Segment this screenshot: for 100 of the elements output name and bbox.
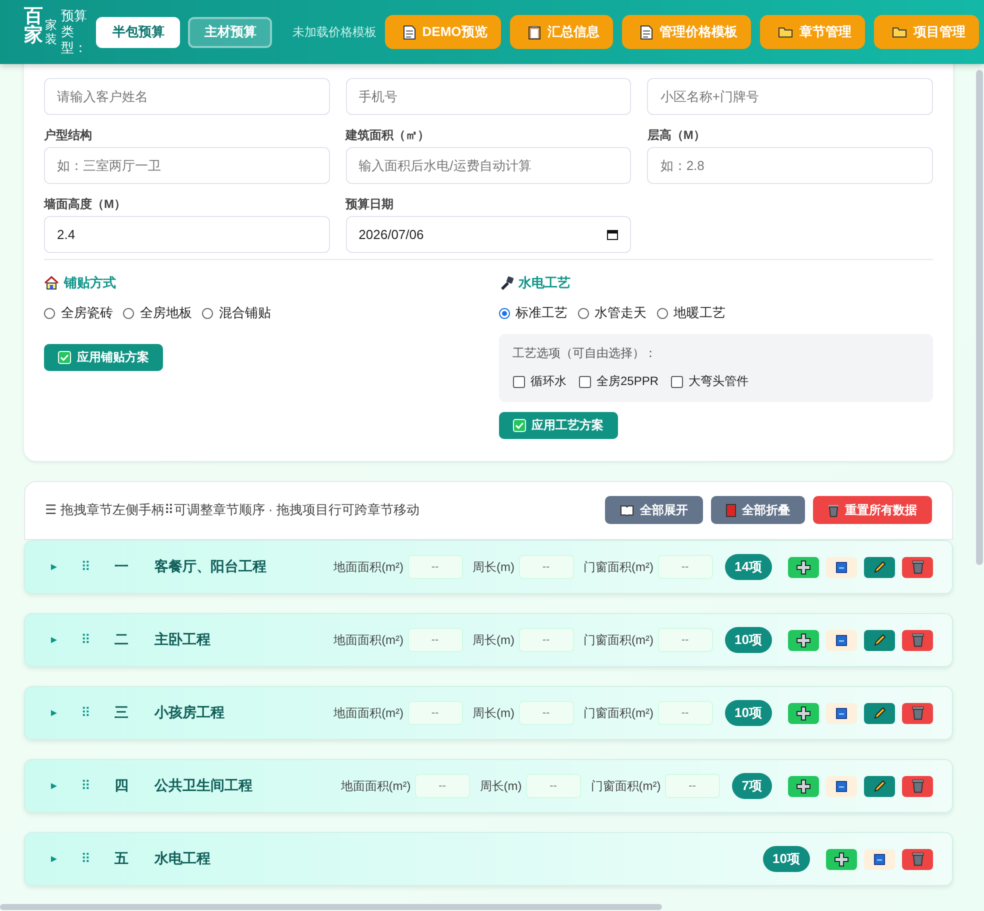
trash-icon [912,852,924,866]
edit-button[interactable] [864,776,895,796]
radio-option[interactable]: 全房瓷砖 [44,304,113,322]
calendar-icon [607,229,618,240]
options-title: 工艺选项（可自由选择）： [512,345,658,362]
input-field[interactable]: -- [658,628,713,652]
budget-type-tab[interactable]: 主材预算 [188,16,272,48]
chapter-row[interactable]: ► ⠿ 四 公共卫生间工程 地面面积(m²) -- 周长(m) -- 门窗面积(m²) -- 7项 [24,759,953,813]
radio-button[interactable] [202,308,213,318]
checkbox-option[interactable]: 全房25PPR [578,373,659,390]
delete-button[interactable] [902,630,933,650]
rename-button[interactable] [826,702,857,724]
reset-button[interactable]: 重置所有数据 [813,496,932,524]
checkbox-option[interactable]: 循环水 [512,373,566,390]
template-status: 未加载价格模板 [292,24,376,40]
drag-handle[interactable]: ⠿ [81,705,91,721]
chapter-row[interactable]: ► ⠿ 二 主卧工程 地面面积(m²) -- 周长(m) -- 门窗面积(m²) -- 10项 [24,613,953,667]
radio-button[interactable] [656,308,668,318]
expand-toggle[interactable]: ► [49,854,61,864]
edit-button[interactable] [864,702,895,724]
radio-option[interactable]: 水管走天 [578,304,646,322]
radio-option[interactable]: 混合铺贴 [202,304,271,322]
input-field[interactable]: -- [664,774,720,798]
input-field[interactable]: -- [658,555,713,579]
input-field[interactable]: -- [408,628,463,652]
delete-button[interactable] [902,702,933,724]
input-field[interactable]: -- [526,774,581,798]
input-field[interactable]: -- [518,701,574,725]
document-icon [640,24,654,40]
input-field[interactable]: -- [518,628,574,652]
expand-toggle[interactable]: ► [49,780,61,792]
chapter-row[interactable]: ► ⠿ 三 小孩房工程 地面面积(m²) -- 周长(m) -- 门窗面积(m²) -- 10项 [24,686,953,740]
collapse-all-button[interactable]: 全部折叠 [711,496,805,524]
field-label: 周长(m) [472,704,515,722]
radio-option[interactable]: 全房地板 [123,304,192,322]
radio-option[interactable]: 地暖工艺 [656,304,726,322]
input-field[interactable]: -- [408,701,463,725]
input-field[interactable]: 如：三室两厅一卫 [44,147,330,184]
input-field[interactable]: -- [414,774,470,798]
chapter-number: 三 [114,704,130,722]
scrollbar[interactable] [976,70,983,565]
radio-option[interactable]: 标准工艺 [498,304,568,322]
chapter-name: 水电工程 [154,850,212,868]
input-field[interactable]: 输入面积后水电/运费自动计算 [346,147,632,184]
delete-button[interactable] [902,776,933,796]
chapter-row[interactable]: ► ⠿ 一 客餐厅、阳台工程 地面面积(m²) -- 周长(m) -- 门窗面积(m²) -- 14项 [24,540,953,594]
input-field[interactable]: 2.4 [44,216,330,253]
field-label: 门窗面积(m²) [590,778,661,794]
checkbox-option[interactable]: 大弯头管件 [670,373,749,390]
add-button[interactable] [788,776,819,796]
radio-button[interactable] [123,308,134,318]
delete-button[interactable] [902,848,933,870]
scrollbar[interactable] [0,904,662,910]
drag-handle[interactable]: ⠿ [81,778,91,794]
field-label: 建筑面积（㎡） [346,129,431,141]
input-field[interactable]: -- [658,701,713,725]
input-field[interactable]: 如：2.8 [647,147,933,184]
radio-button[interactable] [498,308,510,318]
trash-icon [912,560,924,574]
add-button[interactable] [788,630,819,650]
drag-handle[interactable]: ⠿ [81,851,91,867]
apply-button[interactable]: 应用铺贴方案 [44,344,163,371]
radio-button[interactable] [578,308,588,318]
clipboard-icon [528,24,542,40]
add-button[interactable] [826,848,857,870]
apply-button[interactable]: 应用工艺方案 [498,412,618,439]
checkbox[interactable] [578,376,590,388]
section-title: 铺贴方式 [64,274,116,292]
delete-button[interactable] [902,556,933,578]
brand-subtitle: 家装 [45,18,57,46]
chapter-row[interactable]: ► ⠿ 五 水电工程 10项 [24,832,953,886]
input-field[interactable]: 手机号 [346,78,632,115]
drag-handle[interactable]: ⠿ [81,559,91,575]
add-button[interactable] [788,702,819,724]
input-field[interactable]: -- [408,555,463,579]
checkbox[interactable] [670,376,683,388]
plus-icon [796,706,811,720]
trash-icon [912,706,924,720]
edit-button[interactable] [864,556,895,578]
checkbox[interactable] [512,376,524,388]
input-field[interactable]: 请输入客户姓名 [44,78,330,115]
rename-button[interactable] [826,630,857,650]
expand-toggle[interactable]: ► [49,562,61,572]
input-field[interactable]: 小区名称+门牌号 [647,78,933,115]
budget-type-tab[interactable]: 半包预算 [96,16,180,48]
drag-handle[interactable]: ⠿ [81,632,91,648]
rename-button[interactable] [826,776,857,796]
add-button[interactable] [788,556,819,578]
pencil-icon [872,779,886,793]
input-field[interactable]: -- [518,555,574,579]
chapter-number: 五 [114,850,130,868]
rename-button[interactable] [826,556,857,578]
expand-toggle[interactable]: ► [49,634,61,646]
edit-button[interactable] [864,630,895,650]
expand-all-button[interactable]: 全部展开 [605,496,703,524]
rename-button[interactable] [864,848,895,870]
radio-button[interactable] [44,308,55,318]
budget-type-label: 预算类型： [61,8,88,56]
date-field[interactable]: 2026/07/06 [346,216,632,253]
expand-toggle[interactable]: ► [49,708,61,718]
